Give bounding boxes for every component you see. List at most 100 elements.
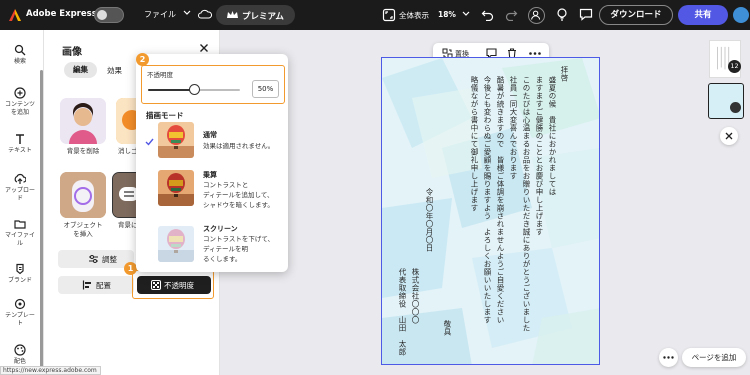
tool-label: オブジェクト を挿入 bbox=[63, 221, 103, 238]
letter-date: 令和〇年〇月〇日 bbox=[425, 188, 434, 252]
more-options-button[interactable] bbox=[659, 348, 678, 367]
left-rail: 検索 コンテンツ を追加 テキスト アップロー ド マイファイ ル ブランド テ… bbox=[0, 30, 44, 375]
app-title[interactable]: Adobe Express bbox=[26, 9, 97, 19]
download-button[interactable]: ダウンロード bbox=[599, 5, 673, 25]
brand-icon bbox=[16, 263, 24, 275]
blend-mode-description: 効果は適用されません。 bbox=[203, 142, 275, 150]
search-icon bbox=[14, 44, 26, 56]
opacity-label: 不透明度 bbox=[164, 281, 194, 290]
fit-label[interactable]: 全体表示 bbox=[399, 10, 429, 21]
rail-label: 検索 bbox=[13, 58, 26, 65]
mode-toggle[interactable] bbox=[94, 7, 124, 23]
letter-line: 社員一同大変喜んでおります bbox=[509, 76, 518, 180]
rail-label: マイファイ ル bbox=[4, 232, 35, 247]
align-icon bbox=[82, 280, 91, 290]
rail-item-my-files[interactable]: マイファイ ル bbox=[0, 218, 40, 248]
arrange-button[interactable]: 配置 bbox=[58, 276, 134, 294]
invite-user-button[interactable] bbox=[528, 7, 545, 24]
blend-mode-title: 通常 bbox=[203, 131, 217, 139]
blend-mode-description: コントラストを下げて、 ディテールを明 るくします。 bbox=[203, 235, 275, 263]
rail-label: アップロー ド bbox=[4, 187, 35, 202]
comment-icon[interactable] bbox=[579, 8, 593, 21]
letter-line: このたびは心温まるお品をお贈りいただき誠にありがとうございました bbox=[522, 76, 531, 332]
close-icon bbox=[725, 132, 733, 140]
tab-effects[interactable]: 効果 bbox=[107, 65, 122, 76]
rail-label: テキスト bbox=[8, 147, 32, 154]
rail-scrollbar[interactable] bbox=[40, 70, 43, 375]
opacity-value-input[interactable]: 50% bbox=[252, 80, 279, 98]
user-add-icon bbox=[531, 10, 541, 20]
balloon-thumbnail bbox=[158, 170, 194, 206]
step-badge-2: 2 bbox=[136, 53, 149, 66]
lightbulb-icon[interactable] bbox=[556, 7, 568, 22]
adobe-express-logo[interactable] bbox=[8, 8, 22, 22]
page-count-badge: 12 bbox=[728, 60, 741, 73]
tool-label: 背景を削除 bbox=[66, 147, 100, 155]
letter-line: 今後とも変わらぬご愛顧を賜りますよう よろしくお願いいたします bbox=[483, 76, 492, 324]
cloud-icon[interactable] bbox=[198, 8, 212, 20]
balloon-thumbnail bbox=[158, 122, 194, 158]
tool-label: 消しゴ bbox=[118, 147, 138, 155]
letter-line: 盛夏の候 貴社におかれましては bbox=[548, 76, 557, 196]
more-icon[interactable] bbox=[529, 52, 541, 55]
arrange-label: 配置 bbox=[96, 281, 111, 290]
opacity-slider-label: 不透明度 bbox=[147, 71, 173, 79]
adjust-button[interactable]: 調整 bbox=[58, 250, 134, 268]
rail-item-upload[interactable]: アップロー ド bbox=[0, 173, 40, 203]
blend-normal-thumbnail[interactable] bbox=[158, 122, 194, 158]
add-page-button[interactable]: ページを追加 bbox=[682, 348, 746, 367]
letter-line: 酷暑が続きますので 皆様ご体調を崩されませんようご自愛ください bbox=[496, 76, 505, 324]
palette-icon bbox=[14, 344, 26, 356]
more-icon bbox=[663, 356, 674, 359]
file-menu[interactable]: ファイル bbox=[144, 9, 176, 20]
rail-label: 配色 bbox=[13, 358, 26, 365]
rail-label: テンプレー ト bbox=[5, 312, 35, 327]
template-icon bbox=[14, 298, 26, 310]
redo-icon[interactable] bbox=[505, 8, 518, 21]
zoom-level[interactable]: 18% bbox=[438, 10, 456, 19]
opacity-icon bbox=[151, 280, 161, 290]
premium-label: プレミアム bbox=[242, 12, 284, 22]
letter-line: 略儀ながら書中にて御礼申し上げます bbox=[470, 76, 479, 212]
blend-mode-title: 乗算 bbox=[203, 171, 217, 179]
tab-edit[interactable]: 編集 bbox=[64, 62, 97, 78]
page-thumbnail-2[interactable] bbox=[708, 83, 744, 119]
rail-item-colors[interactable]: 配色 bbox=[0, 344, 40, 366]
rail-item-templates[interactable]: テンプレー ト bbox=[0, 298, 40, 328]
undo-icon[interactable] bbox=[481, 8, 494, 21]
rail-item-text[interactable]: テキスト bbox=[0, 133, 40, 155]
page-status-icon bbox=[730, 102, 741, 113]
insert-object-tool[interactable] bbox=[60, 172, 106, 218]
rail-item-add-content[interactable]: コンテンツ を追加 bbox=[0, 87, 40, 117]
letter-line: 拝啓 bbox=[560, 66, 569, 82]
sliders-icon bbox=[89, 255, 98, 263]
premium-button[interactable]: プレミアム bbox=[216, 5, 295, 25]
opacity-slider-fill bbox=[148, 89, 194, 91]
rail-label: コンテンツ を追加 bbox=[4, 101, 35, 116]
canvas-page[interactable]: 拝啓 盛夏の候 貴社におかれましては ますますご健勝のこととお慶び申し上げます … bbox=[381, 57, 600, 365]
blend-multiply-thumbnail[interactable] bbox=[158, 170, 194, 206]
status-url: https://new.express.adobe.com bbox=[0, 366, 101, 375]
share-button[interactable]: 共有 bbox=[678, 5, 728, 25]
avatar[interactable] bbox=[733, 7, 749, 23]
blend-mode-title: スクリーン bbox=[203, 225, 238, 233]
blend-mode-header: 描画モード bbox=[146, 111, 184, 120]
crown-icon bbox=[227, 11, 238, 18]
folder-icon bbox=[14, 220, 26, 229]
blend-screen-thumbnail[interactable] bbox=[158, 226, 194, 262]
rail-item-brand[interactable]: ブランド bbox=[0, 263, 40, 285]
opacity-slider-thumb[interactable] bbox=[188, 84, 200, 95]
text-icon bbox=[16, 134, 24, 144]
add-icon bbox=[14, 87, 26, 99]
close-icon[interactable] bbox=[199, 43, 209, 53]
fit-to-screen-icon[interactable] bbox=[382, 8, 396, 22]
object-thumbnail bbox=[60, 172, 106, 218]
opacity-button[interactable]: 不透明度 bbox=[137, 276, 211, 294]
chevron-down-icon[interactable] bbox=[461, 9, 471, 19]
letter-signatory: 代表取締役 山田 太郎 bbox=[398, 268, 407, 356]
rail-item-search[interactable]: 検索 bbox=[0, 44, 40, 66]
close-pages-button[interactable] bbox=[720, 127, 738, 145]
chevron-down-icon[interactable] bbox=[182, 8, 192, 18]
upload-icon bbox=[14, 173, 26, 184]
remove-background-tool[interactable] bbox=[60, 98, 106, 144]
